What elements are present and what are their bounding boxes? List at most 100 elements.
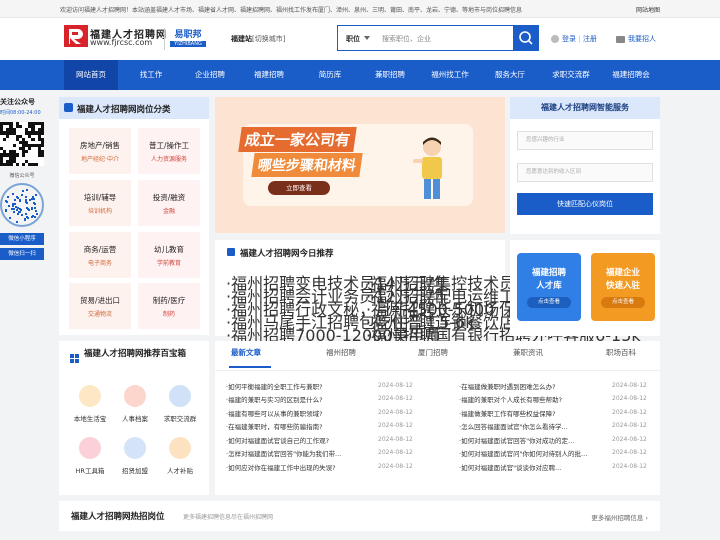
- news-date: 2024-08-12: [612, 463, 647, 470]
- nav-item-resume[interactable]: 简历库: [302, 60, 358, 90]
- nav-item-fair[interactable]: 福建招聘会: [603, 60, 659, 90]
- category-item[interactable]: 贸易/进出口 交通物流: [69, 283, 131, 329]
- tab-latest[interactable]: 最新文章: [231, 347, 261, 358]
- news-item[interactable]: ·如何对福建面试官问"你如何对待别人的批...: [459, 448, 605, 458]
- nav-item-parttime[interactable]: 兼职招聘: [362, 60, 418, 90]
- category-item[interactable]: 制药/医疗制药: [138, 283, 200, 329]
- toolbox-label: 人事档案: [122, 415, 148, 423]
- toolbox-item[interactable]: 人事档案: [112, 385, 158, 423]
- category-sub: 交通物流: [87, 311, 112, 318]
- city-switch[interactable]: 福建站[切换城市]: [231, 34, 285, 44]
- qr-module: [18, 207, 21, 210]
- qr-module: [40, 144, 44, 148]
- subsidy-icon: [169, 437, 191, 459]
- toolbox-item[interactable]: 求职交流群: [157, 385, 203, 423]
- category-item[interactable]: 房地产/销售 地产经纪·中介: [69, 128, 131, 174]
- qr-module: [32, 202, 35, 205]
- nav-item-company[interactable]: 企业招聘: [184, 60, 236, 90]
- banner-headline-2: 哪些步骤和材料: [251, 153, 363, 177]
- news-item[interactable]: ·怎么回答福建面试官"你怎么看待学...: [459, 421, 605, 431]
- nav-item-fujian[interactable]: 福建招聘: [243, 60, 295, 90]
- sitemap-link[interactable]: 网站地图: [636, 5, 660, 14]
- tile-button[interactable]: 点击查看: [601, 297, 645, 308]
- category-item[interactable]: 投资/融资 金融: [138, 180, 200, 226]
- partner-logo-sub: YIZHIBANG: [170, 41, 206, 47]
- tab-fuzhou[interactable]: 福州招聘: [326, 347, 356, 358]
- tab-parttime[interactable]: 兼职资讯: [513, 347, 543, 358]
- welcome-text: 欢迎访问福建人才招聘网！本站涵盖福建人才市场、福建省人才网、福建招聘网、福州找工…: [60, 7, 523, 14]
- search-icon: [519, 31, 533, 45]
- banner-view-button[interactable]: 立即查看: [268, 181, 330, 195]
- income-select[interactable]: 您愿意达到的收入区间: [517, 163, 653, 182]
- news-date: 2024-08-12: [612, 409, 647, 416]
- category-name: 制药/医疗: [152, 296, 186, 305]
- news-item[interactable]: ·如何应对你在福建工作中出现的失误?: [226, 462, 372, 472]
- qr-module: [19, 199, 22, 202]
- category-sub: 制药: [162, 311, 175, 318]
- qr-module: [9, 216, 12, 219]
- talent-pool-tile[interactable]: 福建招聘 人才库 点击查看: [517, 253, 581, 321]
- partner-logo[interactable]: 易职邦 YIZHIBANG: [170, 27, 206, 49]
- toolbox-item[interactable]: HR工具箱: [67, 437, 113, 475]
- toolbox-label: 招贤加盟: [122, 467, 148, 475]
- news-item[interactable]: ·怎样对福建面试官回答"你能为我们带...: [226, 448, 372, 458]
- news-item[interactable]: ·如何对福建面试官谈自己的工作观?: [226, 435, 372, 445]
- group-icon: [169, 385, 191, 407]
- category-sub: 电子商务: [87, 260, 112, 267]
- news-date: 2024-08-12: [378, 463, 413, 470]
- match-job-button[interactable]: 快速匹配心仪岗位: [517, 193, 653, 215]
- qr-heading: 关注公众号: [0, 98, 35, 106]
- news-item[interactable]: ·福建有哪些可以从事的兼职领域?: [226, 408, 372, 418]
- site-switch: [切换城市]: [252, 35, 286, 43]
- news-item[interactable]: ·在福建做兼职时遇到困难怎么办?: [459, 381, 605, 391]
- hot-jobs-more-link[interactable]: 更多福州招聘信息 ›: [591, 512, 648, 522]
- news-item[interactable]: ·福建的兼职与实习的区别是什么?: [226, 394, 372, 404]
- nav-item-service[interactable]: 服务大厅: [484, 60, 536, 90]
- toolbox-item[interactable]: 人才补贴: [157, 437, 203, 475]
- nav-item-find-job[interactable]: 找工作: [125, 60, 177, 90]
- company-join-tile[interactable]: 福建企业 快速入驻 点击查看: [591, 253, 655, 321]
- nav-item-group[interactable]: 求职交流群: [543, 60, 599, 90]
- news-item[interactable]: ·如何平衡福建的全职工作与兼职?: [226, 381, 372, 391]
- register-link[interactable]: 注册: [583, 35, 597, 43]
- recruit-link[interactable]: 我要招人: [616, 34, 656, 44]
- site-label: 福建站: [231, 35, 252, 43]
- news-item[interactable]: ·如何对福建面试官回答"你对成功的定...: [459, 435, 605, 445]
- tile-button[interactable]: 点击查看: [527, 297, 571, 308]
- nav-item-home[interactable]: 网站首页: [64, 60, 118, 90]
- scan-button[interactable]: 微信扫一扫: [0, 248, 44, 260]
- nav-item-fuzhou[interactable]: 福州找工作: [422, 60, 478, 90]
- news-item[interactable]: ·在福建兼职时，有哪些防骗指南?: [226, 421, 372, 431]
- qr-module: [24, 201, 27, 204]
- news-item[interactable]: ·福建做兼职工作有哪些权益保障?: [459, 408, 605, 418]
- qr-module: [27, 208, 30, 211]
- search-category-select[interactable]: 职位: [346, 34, 360, 44]
- qr-module: [25, 212, 28, 215]
- search-button[interactable]: [513, 25, 539, 51]
- logo-icon[interactable]: [64, 25, 88, 47]
- toolbox-item[interactable]: 本地生活宝: [67, 385, 113, 423]
- news-date: 2024-08-12: [378, 382, 413, 389]
- news-item[interactable]: ·福建的兼职对个人成长有哪些帮助?: [459, 394, 605, 404]
- tab-xiamen[interactable]: 厦门招聘: [418, 347, 448, 358]
- news-item[interactable]: ·如何对福建面试官"谈谈你对应聘...: [459, 462, 605, 472]
- tab-encyclopedia[interactable]: 职场百科: [606, 347, 636, 358]
- grid-icon: [70, 348, 79, 363]
- qr-module: [19, 210, 22, 213]
- news-date: 2024-08-12: [612, 382, 647, 389]
- industry-select[interactable]: 您感兴趣的行业: [517, 131, 653, 150]
- login-link[interactable]: 登录: [562, 35, 576, 43]
- toolbox-label: 本地生活宝: [73, 415, 107, 423]
- category-item[interactable]: 培训/辅导 培训机构: [69, 180, 131, 226]
- news-date: 2024-08-12: [378, 395, 413, 402]
- category-item[interactable]: 普工/操作工 人力资源服务: [138, 128, 200, 174]
- qr-module: [10, 208, 13, 211]
- toolbox-item[interactable]: 招贤加盟: [112, 437, 158, 475]
- category-item[interactable]: 商务/运营 电子商务: [69, 232, 131, 278]
- qr-module: [23, 217, 26, 220]
- search-input[interactable]: 搜索职位、企业: [382, 34, 431, 44]
- qr-module: [25, 195, 28, 198]
- category-item[interactable]: 幼儿教育 学前教育: [138, 232, 200, 278]
- category-sub: 金融: [162, 208, 175, 215]
- qr-module: [8, 205, 11, 208]
